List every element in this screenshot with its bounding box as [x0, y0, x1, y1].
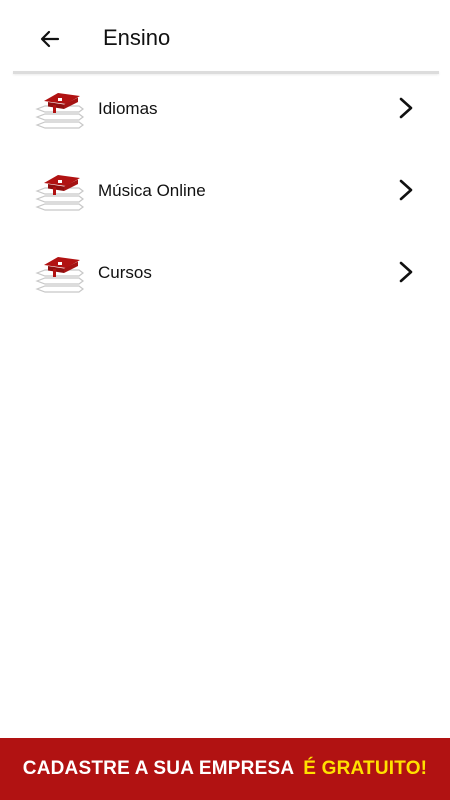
list-item-label: Cursos — [98, 263, 152, 282]
list-item-cursos[interactable]: Cursos — [0, 238, 450, 320]
list-item-idiomas[interactable]: Idiomas — [0, 74, 450, 156]
banner-text: CADASTRE A SUA EMPRESA — [22, 758, 295, 779]
graduation-books-icon — [35, 257, 84, 293]
category-list: Idiomas Música Online Cursos — [0, 74, 450, 320]
banner-highlight: É GRATUITO! — [303, 758, 428, 779]
app-screen: Ensino Idiomas Música Online Cursos CADA… — [0, 0, 450, 800]
page-title: Ensino — [103, 25, 171, 50]
chevron-right-icon — [399, 97, 413, 119]
list-item-musica-online[interactable]: Música Online — [0, 156, 450, 238]
chevron-right-icon — [399, 261, 413, 283]
register-business-banner[interactable]: CADASTRE A SUA EMPRESA É GRATUITO! — [0, 738, 450, 800]
graduation-books-icon — [35, 175, 84, 211]
header: Ensino — [0, 0, 450, 74]
graduation-books-icon — [35, 93, 84, 129]
chevron-right-icon — [399, 179, 413, 201]
back-button[interactable] — [30, 22, 70, 56]
list-item-label: Idiomas — [98, 99, 158, 118]
list-item-label: Música Online — [98, 181, 206, 200]
arrow-left-icon — [40, 30, 60, 48]
